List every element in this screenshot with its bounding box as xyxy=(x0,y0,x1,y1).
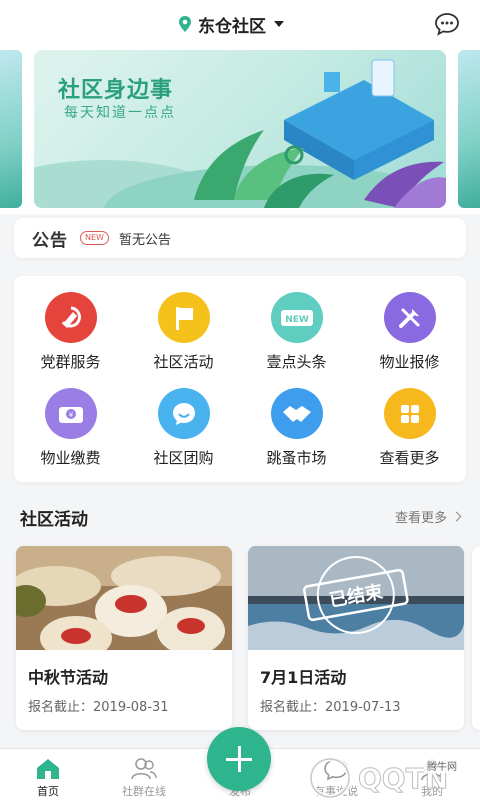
service-label: 壹点头条 xyxy=(266,353,327,371)
view-more-label: 查看更多 xyxy=(394,511,447,526)
banner-slide[interactable]: 社区身边事 每天知道一点点 xyxy=(34,50,446,208)
service-label: 党群服务 xyxy=(40,353,101,371)
svg-text:¥: ¥ xyxy=(68,411,73,419)
repair-tools-icon xyxy=(383,292,436,343)
service-payment[interactable]: ¥ 物业缴费 xyxy=(14,372,127,468)
banner-carousel[interactable]: 社区身边事 每天知道一点点 xyxy=(0,48,480,214)
activity-card[interactable]: 已结束 7月1日活动 报名截止：2019-07-13 xyxy=(248,546,464,730)
section-title: 社区活动 xyxy=(20,510,88,530)
service-group-buy[interactable]: 社区团购 xyxy=(127,372,240,468)
activity-title: 7月1日活动 xyxy=(260,668,347,687)
chat-bubble-icon[interactable] xyxy=(434,12,460,36)
grid-more-icon xyxy=(383,388,436,439)
top-header: 东仓社区 xyxy=(0,0,480,48)
service-more[interactable]: 查看更多 xyxy=(353,372,466,468)
publish-fab-button[interactable] xyxy=(207,727,271,791)
view-more-link[interactable]: 查看更多 xyxy=(394,507,462,526)
chevron-right-icon xyxy=(451,511,462,522)
service-party[interactable]: 党群服务 xyxy=(14,276,127,372)
banner-next-slide[interactable] xyxy=(458,50,480,208)
activity-title: 中秋节活动 xyxy=(28,668,109,687)
service-label: 社区活动 xyxy=(153,353,214,371)
service-label: 跳蚤市场 xyxy=(266,449,327,467)
party-emblem-icon xyxy=(44,292,97,343)
nav-home[interactable]: 首页 xyxy=(0,749,96,800)
new-badge-icon: NEW xyxy=(270,292,323,343)
banner-subtitle: 每天知道一点点 xyxy=(64,105,176,121)
activity-deadline: 报名截止：2019-08-31 xyxy=(28,700,169,715)
service-flea-market[interactable]: 跳蚤市场 xyxy=(240,372,353,468)
service-label: 物业缴费 xyxy=(40,449,101,467)
notice-text: 暂无公告 xyxy=(118,232,171,248)
location-pin-icon xyxy=(179,16,191,32)
notice-logo: 公告 xyxy=(32,230,68,251)
activity-deadline: 报名截止：2019-07-13 xyxy=(260,700,401,715)
service-repair[interactable]: 物业报修 xyxy=(353,276,466,372)
banner-prev-slide[interactable] xyxy=(0,50,22,208)
service-headlines[interactable]: NEW 壹点头条 xyxy=(240,276,353,372)
location-selector[interactable]: 东仓社区 xyxy=(178,12,284,37)
nav-label: 首页 xyxy=(37,785,59,798)
flag-icon xyxy=(157,292,210,343)
handshake-icon xyxy=(270,388,323,439)
nav-label: 社群在线 xyxy=(122,785,166,798)
new-badge: NEW xyxy=(80,231,109,245)
next-activity-card-edge[interactable] xyxy=(472,546,480,730)
svg-text:NEW: NEW xyxy=(285,315,309,325)
services-grid: 党群服务 社区活动 NEW 壹点头条 物业报修 ¥ 物业缴费 社区团购 跳蚤市场 xyxy=(14,276,466,482)
service-activity[interactable]: 社区活动 xyxy=(127,276,240,372)
banner-title: 社区身边事 xyxy=(58,78,174,103)
notice-bar[interactable]: 公告 NEW 暂无公告 xyxy=(14,218,466,258)
activity-image: 已结束 xyxy=(248,546,464,650)
service-label: 物业报修 xyxy=(379,353,440,371)
home-icon xyxy=(37,759,59,779)
community-name: 东仓社区 xyxy=(198,16,266,37)
activity-card[interactable]: 中秋节活动 报名截止：2019-08-31 xyxy=(16,546,232,730)
chevron-down-icon xyxy=(274,21,284,27)
nav-groups[interactable]: 社群在线 xyxy=(96,749,192,800)
watermark-text: 腾牛网 xyxy=(424,758,460,773)
people-icon xyxy=(131,758,157,780)
service-label: 社区团购 xyxy=(153,449,214,467)
service-label: 查看更多 xyxy=(379,449,440,467)
activity-image xyxy=(16,546,232,650)
payment-wallet-icon: ¥ xyxy=(44,388,97,439)
chat-smile-icon xyxy=(157,388,210,439)
